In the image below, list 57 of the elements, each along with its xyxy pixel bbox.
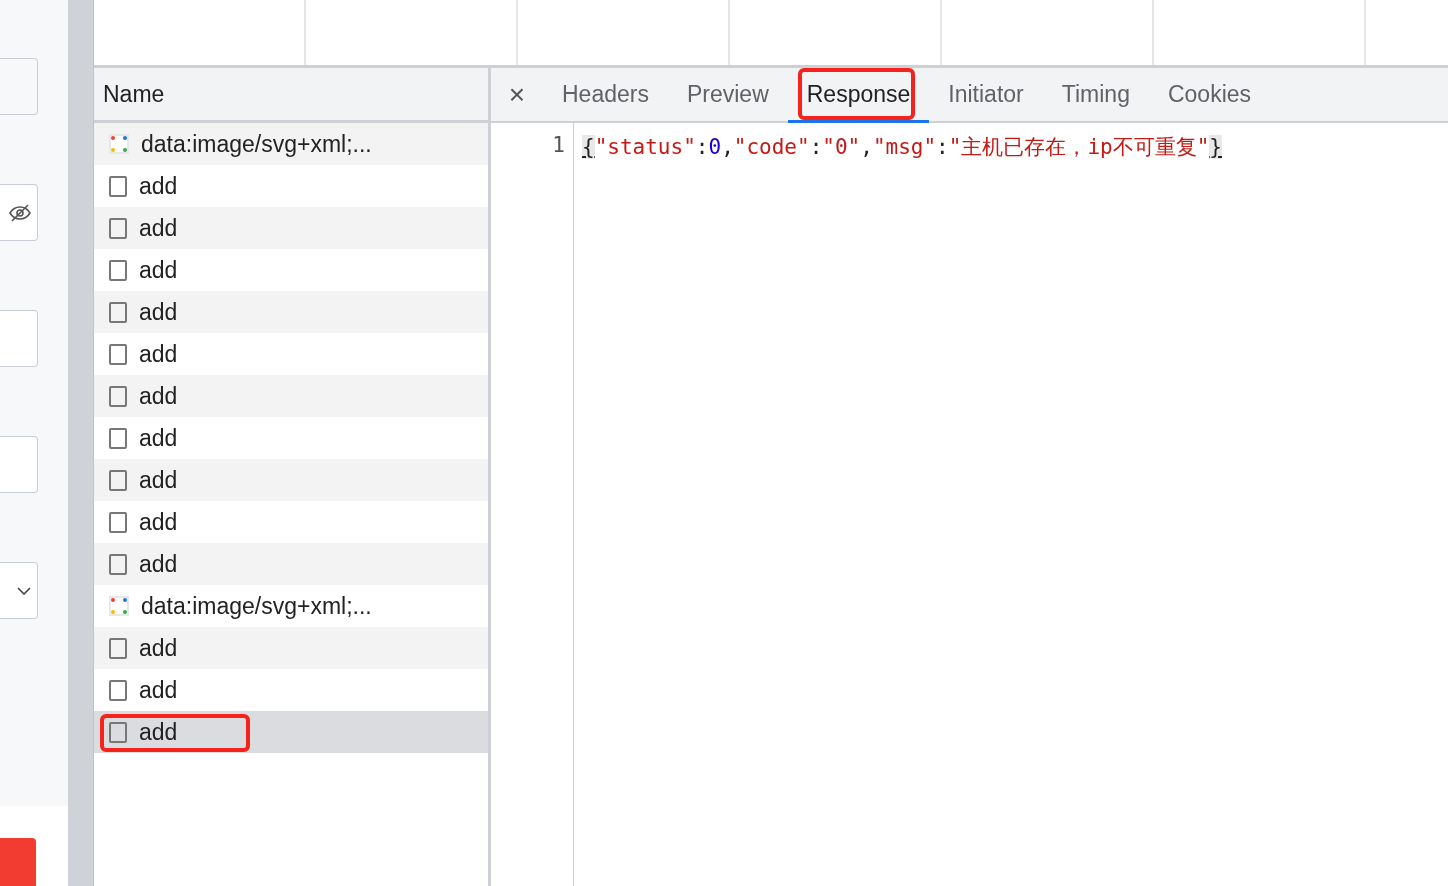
request-name: add bbox=[139, 508, 178, 536]
document-icon bbox=[109, 721, 127, 743]
column-header[interactable]: Name bbox=[94, 68, 488, 123]
document-icon bbox=[109, 343, 127, 365]
tab[interactable]: Cookies bbox=[1148, 68, 1271, 123]
document-icon bbox=[109, 511, 127, 533]
request-row[interactable]: data:image/svg+xml;... bbox=[94, 123, 488, 165]
password-field[interactable] bbox=[0, 184, 38, 241]
document-icon bbox=[109, 553, 127, 575]
tab[interactable]: Response bbox=[787, 68, 930, 123]
document-icon bbox=[109, 259, 127, 281]
tab[interactable]: Initiator bbox=[929, 68, 1043, 123]
chevron-down-icon bbox=[17, 586, 31, 595]
document-icon bbox=[109, 301, 127, 323]
input-field[interactable] bbox=[0, 436, 38, 493]
request-row[interactable]: add bbox=[94, 459, 488, 501]
input-field[interactable] bbox=[0, 310, 38, 367]
request-row[interactable]: add bbox=[94, 627, 488, 669]
image-icon bbox=[109, 134, 129, 154]
tab[interactable]: Preview bbox=[667, 68, 788, 123]
request-row[interactable]: add bbox=[94, 375, 488, 417]
document-icon bbox=[109, 175, 127, 197]
close-button[interactable]: × bbox=[491, 68, 543, 121]
request-name: add bbox=[139, 718, 178, 746]
eye-off-icon[interactable] bbox=[9, 203, 31, 222]
document-icon bbox=[109, 679, 127, 701]
document-icon bbox=[109, 217, 127, 239]
request-name: add bbox=[139, 424, 178, 452]
request-name: add bbox=[139, 550, 178, 578]
input-field[interactable] bbox=[0, 58, 38, 115]
request-row[interactable]: add bbox=[94, 711, 488, 753]
request-name: data:image/svg+xml;... bbox=[141, 592, 372, 620]
submit-button[interactable] bbox=[0, 838, 36, 886]
tab[interactable]: Headers bbox=[543, 68, 668, 123]
line-number: 1 bbox=[552, 133, 565, 157]
request-row[interactable]: add bbox=[94, 291, 488, 333]
request-name: add bbox=[139, 172, 178, 200]
request-name: add bbox=[139, 256, 178, 284]
request-name: add bbox=[139, 676, 178, 704]
request-row[interactable]: add bbox=[94, 207, 488, 249]
request-name: data:image/svg+xml;... bbox=[141, 130, 372, 158]
request-name: add bbox=[139, 298, 178, 326]
request-name: add bbox=[139, 466, 178, 494]
select-field[interactable] bbox=[0, 562, 38, 619]
response-code: {"status":0,"code":"0","msg":"主机已存在，ip不可重复"} bbox=[581, 134, 1222, 161]
document-icon bbox=[109, 427, 127, 449]
document-icon bbox=[109, 385, 127, 407]
request-name: add bbox=[139, 340, 178, 368]
request-name: add bbox=[139, 214, 178, 242]
image-icon bbox=[109, 596, 129, 616]
request-name: add bbox=[139, 634, 178, 662]
document-icon bbox=[109, 637, 127, 659]
document-icon bbox=[109, 469, 127, 491]
tab[interactable]: Timing bbox=[1042, 68, 1149, 123]
request-name: add bbox=[139, 382, 178, 410]
splitter[interactable] bbox=[68, 0, 94, 886]
request-row[interactable]: add bbox=[94, 543, 488, 585]
